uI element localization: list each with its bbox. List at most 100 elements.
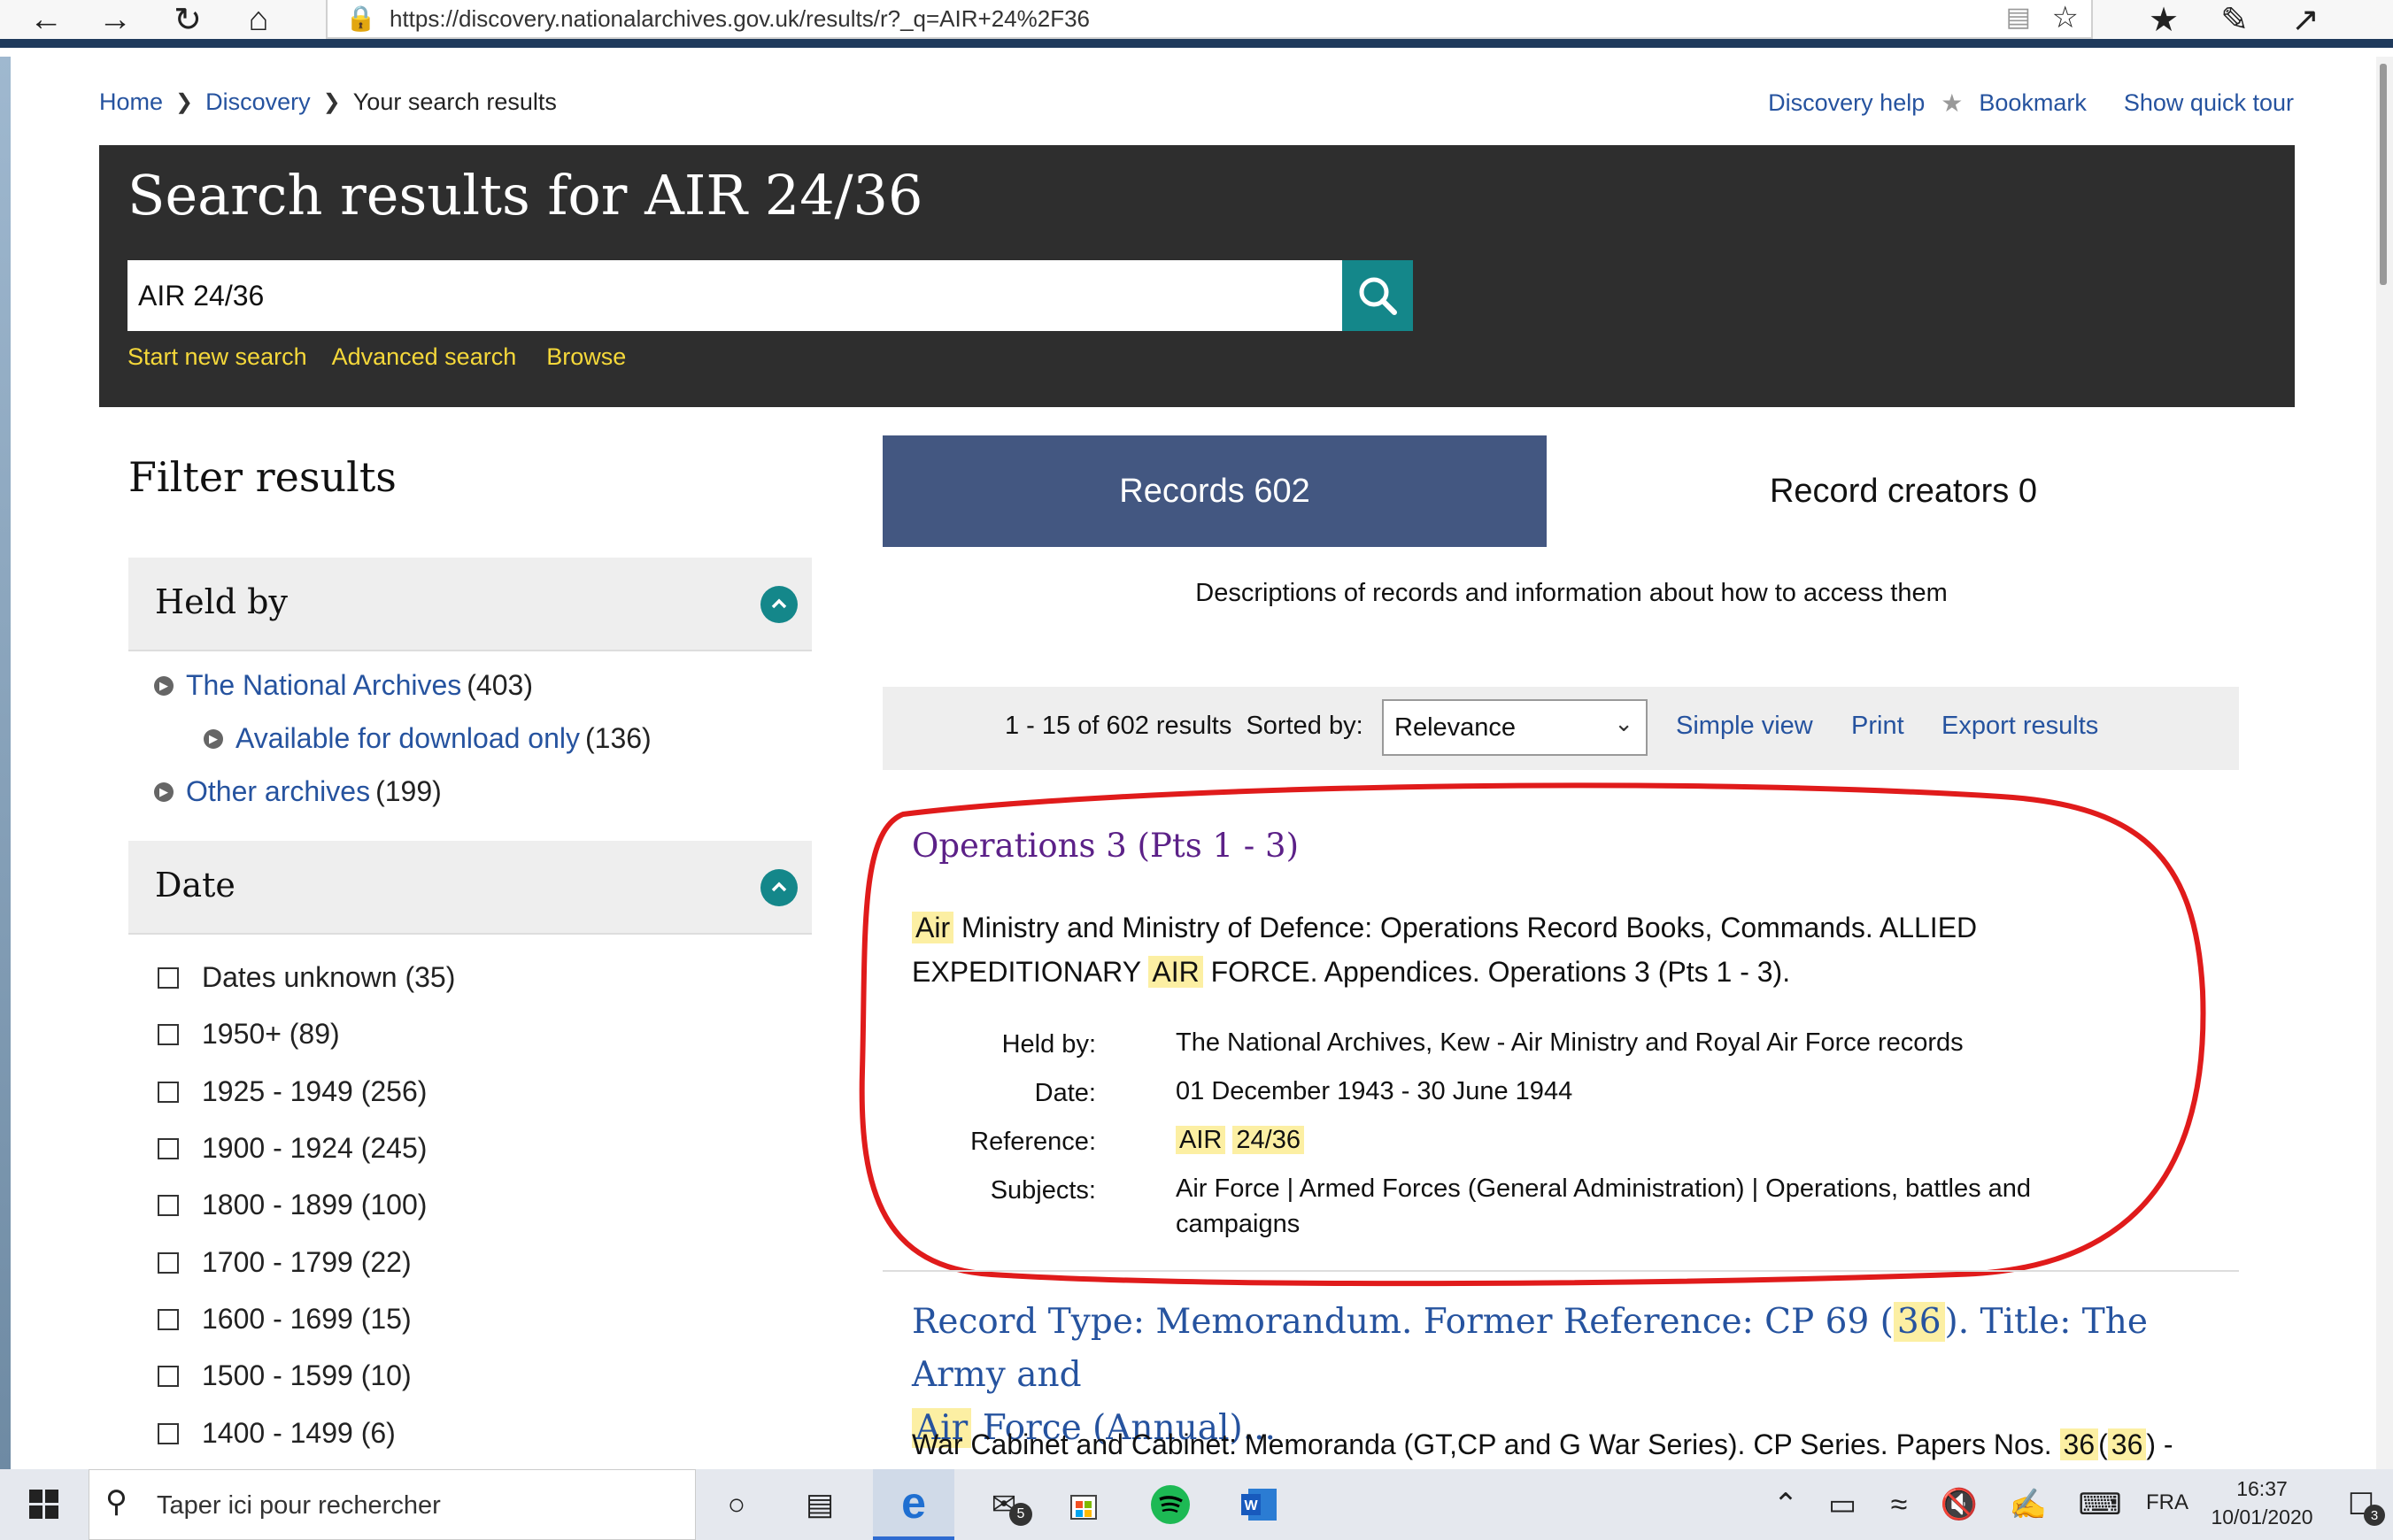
date-filter-item[interactable]: 1925 - 1949 (256) <box>158 1075 427 1108</box>
date-filter-item[interactable]: 1400 - 1499 (6) <box>158 1417 396 1450</box>
checkbox[interactable] <box>158 1251 179 1274</box>
result-description: Air Ministry and Ministry of Defence: Op… <box>912 905 1977 950</box>
address-bar[interactable]: 🔒 https://discovery.nationalarchives.gov… <box>326 0 2093 39</box>
spotify-icon[interactable] <box>1130 1469 1211 1540</box>
refresh-icon[interactable]: ↻ <box>161 0 214 39</box>
checkbox[interactable] <box>158 1194 179 1216</box>
chevron-up-icon[interactable] <box>760 869 798 906</box>
description-text: Ministry and Ministry of Defence: Operat… <box>961 912 1978 943</box>
date-filter-item[interactable]: 1700 - 1799 (22) <box>158 1246 412 1279</box>
checkbox[interactable] <box>158 1422 179 1444</box>
pen-workspace-icon[interactable]: ✍ <box>1997 1469 2059 1540</box>
search-input[interactable] <box>127 260 1342 331</box>
pen-icon[interactable]: ✎ <box>2208 0 2261 39</box>
held-by-panel-header[interactable]: Held by <box>128 558 812 651</box>
svg-text:W: W <box>1244 1498 1258 1513</box>
highlight: 24/36 <box>1232 1126 1304 1154</box>
tab-records[interactable]: Records 602 <box>883 435 1547 547</box>
keyboard-icon[interactable]: ⌨ <box>2063 1469 2137 1540</box>
date-filter-label: 1400 - 1499 (6) <box>202 1417 396 1449</box>
star-icon: ★ <box>1941 89 1964 117</box>
print-link[interactable]: Print <box>1851 712 1904 741</box>
tab-description: Descriptions of records and information … <box>1195 579 1948 607</box>
description-text: FORCE. Appendices. Operations 3 (Pts 1 -… <box>1210 956 1791 988</box>
search-button[interactable] <box>1342 260 1413 331</box>
window-edge <box>0 39 2393 57</box>
task-view-icon[interactable]: ▤ <box>779 1469 861 1540</box>
tab-record-creators[interactable]: Record creators 0 <box>1547 435 2260 547</box>
title-text: Record Type: Memorandum. Former Referenc… <box>912 1302 1894 1342</box>
date-filter-item[interactable]: 1900 - 1924 (245) <box>158 1132 427 1165</box>
bullet-arrow-icon: ▶ <box>154 782 174 802</box>
store-icon[interactable] <box>1043 1469 1124 1540</box>
mail-badge: 5 <box>1009 1503 1032 1526</box>
checkbox[interactable] <box>158 966 179 989</box>
chevron-up-icon[interactable] <box>760 586 798 623</box>
advanced-search-link[interactable]: Advanced search <box>332 343 517 371</box>
edge-browser-icon[interactable]: e <box>873 1469 954 1540</box>
date-filter-label: 1600 - 1699 (15) <box>202 1303 412 1335</box>
url-text: https://discovery.nationalarchives.gov.u… <box>390 5 1091 32</box>
reading-view-icon[interactable]: ▤ <box>2006 2 2031 33</box>
date-heading: Date <box>155 866 235 905</box>
scrollbar-thumb[interactable] <box>2380 64 2387 285</box>
facet-link[interactable]: The National Archives <box>186 669 461 702</box>
date-filter-label: 1925 - 1949 (256) <box>202 1075 428 1107</box>
clock[interactable]: 16:37 10/01/2020 <box>2204 1475 2320 1531</box>
discovery-help-link[interactable]: Discovery help <box>1768 89 1925 117</box>
breadcrumb-home[interactable]: Home <box>99 89 163 116</box>
battery-icon[interactable]: ▭ <box>1811 1469 1873 1540</box>
facet-link[interactable]: Other archives <box>186 775 370 808</box>
favorite-star-icon[interactable]: ☆ <box>2052 0 2079 35</box>
chevron-down-icon: ⌄ <box>1614 710 1633 736</box>
favorites-icon[interactable]: ★ <box>2137 0 2190 39</box>
highlight: 36 <box>2059 1428 2099 1460</box>
facet-link[interactable]: Available for download only <box>235 722 580 755</box>
chevron-right-icon: ❯ <box>322 90 341 114</box>
subjects-line: campaigns <box>1176 1210 1301 1238</box>
search-hero: Search results for AIR 24/36 Start new s… <box>99 145 2295 407</box>
start-new-search-link[interactable]: Start new search <box>127 343 307 371</box>
browse-link[interactable]: Browse <box>546 343 626 371</box>
checkbox[interactable] <box>158 1308 179 1330</box>
checkbox[interactable] <box>158 1081 179 1103</box>
windows-taskbar: ⚲ Taper ici pour rechercher ○ ▤ e ✉ 5 W ⌃… <box>0 1469 2393 1540</box>
sort-select[interactable]: Relevance ⌄ <box>1382 699 1648 756</box>
date-filter-item[interactable]: 1600 - 1699 (15) <box>158 1303 412 1336</box>
volume-muted-icon[interactable]: 🔇 <box>1928 1469 1990 1540</box>
date-filter-label: Dates unknown (35) <box>202 961 456 993</box>
export-results-link[interactable]: Export results <box>1941 712 2098 741</box>
checkbox[interactable] <box>158 1137 179 1159</box>
word-icon[interactable]: W <box>1218 1469 1300 1540</box>
checkbox[interactable] <box>158 1365 179 1387</box>
share-icon[interactable]: ↗ <box>2279 0 2332 39</box>
date-panel-header[interactable]: Date <box>128 841 812 935</box>
simple-view-link[interactable]: Simple view <box>1676 712 1813 741</box>
result-title[interactable]: Operations 3 (Pts 1 - 3) <box>912 827 1299 865</box>
mail-icon[interactable]: ✉ 5 <box>963 1469 1045 1540</box>
notification-badge: 3 <box>2364 1505 2385 1526</box>
breadcrumb-discovery[interactable]: Discovery <box>205 89 311 116</box>
date-label: Date: <box>1034 1079 1096 1107</box>
description-text: ) - <box>2146 1428 2173 1460</box>
quick-tour-link[interactable]: Show quick tour <box>2124 89 2294 117</box>
search-links: Start new search Advanced search Browse <box>127 343 626 371</box>
taskbar-search[interactable]: ⚲ Taper ici pour rechercher <box>89 1469 696 1540</box>
windows-start-icon[interactable] <box>4 1469 85 1540</box>
cortana-icon[interactable]: ○ <box>696 1469 777 1540</box>
bookmark-link[interactable]: Bookmark <box>1979 89 2087 117</box>
date-filter-item[interactable]: Dates unknown (35) <box>158 961 455 994</box>
checkbox[interactable] <box>158 1023 179 1045</box>
back-icon[interactable]: ← <box>19 0 73 39</box>
date-filter-item[interactable]: 1800 - 1899 (100) <box>158 1189 427 1221</box>
notifications-icon[interactable]: ☐ 3 <box>2330 1469 2392 1540</box>
reference-label: Reference: <box>970 1128 1096 1156</box>
home-icon[interactable]: ⌂ <box>232 0 285 39</box>
forward-icon[interactable]: → <box>89 0 142 39</box>
date-filter-label: 1500 - 1599 (10) <box>202 1359 412 1391</box>
input-language[interactable]: FRA <box>2146 1490 2188 1515</box>
date-filter-item[interactable]: 1950+ (89) <box>158 1018 340 1051</box>
chevron-up-icon[interactable]: ⌃ <box>1755 1469 1817 1540</box>
date-filter-item[interactable]: 1500 - 1599 (10) <box>158 1359 412 1392</box>
wifi-icon[interactable]: ≈ <box>1868 1469 1930 1540</box>
